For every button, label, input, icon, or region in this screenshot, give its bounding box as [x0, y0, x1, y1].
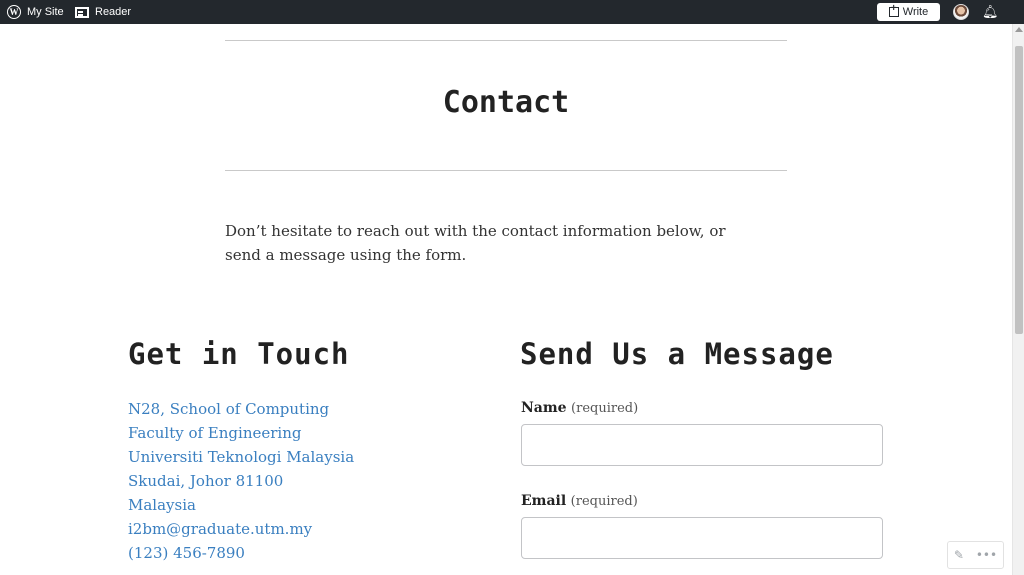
more-icon[interactable]: •••	[976, 548, 997, 562]
title-divider-top	[225, 40, 787, 41]
scrollbar[interactable]	[1012, 24, 1024, 575]
pencil-icon[interactable]: ✎	[954, 548, 964, 562]
my-site-link[interactable]: W My Site	[7, 0, 64, 24]
email-label: Email	[521, 493, 567, 509]
wordpress-logo-icon: W	[7, 5, 21, 19]
email-field[interactable]	[521, 517, 883, 559]
reader-label: Reader	[95, 6, 132, 18]
scroll-up-arrow-icon[interactable]	[1015, 27, 1023, 32]
scroll-thumb[interactable]	[1015, 46, 1023, 334]
name-field[interactable]	[521, 424, 883, 466]
contact-line: N28, School of Computing	[128, 400, 330, 418]
reader-link[interactable]: Reader	[75, 0, 131, 24]
get-in-touch-heading: Get in Touch	[128, 337, 350, 371]
contact-line: Universiti Teknologi Malaysia	[128, 448, 355, 466]
contact-info-list: N28, School of Computing Faculty of Engi…	[128, 397, 354, 565]
name-field-label: Name (required)	[521, 400, 638, 416]
floating-edit-widget: ✎ •••	[947, 541, 1004, 569]
contact-email-link[interactable]: i2bm@graduate.utm.my	[128, 517, 354, 541]
send-message-heading: Send Us a Message	[520, 337, 834, 371]
my-site-label: My Site	[27, 6, 64, 18]
title-divider-bottom	[225, 170, 787, 171]
write-icon	[888, 3, 899, 17]
email-field-label: Email (required)	[521, 493, 638, 509]
contact-line: Skudai, Johor 81100	[128, 472, 284, 490]
write-button[interactable]: Write	[877, 3, 940, 21]
avatar[interactable]	[953, 4, 969, 20]
contact-line: Faculty of Engineering	[128, 424, 302, 442]
notifications-icon[interactable]: 🔔︎	[982, 5, 999, 19]
contact-line: Malaysia	[128, 496, 196, 514]
contact-phone-link[interactable]: (123) 456-7890	[128, 541, 354, 565]
intro-text: Don’t hesitate to reach out with the con…	[225, 222, 726, 264]
reader-icon	[75, 6, 89, 18]
name-required-hint: (required)	[571, 401, 639, 416]
write-label: Write	[902, 6, 929, 18]
email-required-hint: (required)	[570, 494, 638, 509]
page-title: Contact	[442, 85, 570, 120]
name-label: Name	[521, 400, 567, 416]
admin-bar: W My Site Reader Write 🔔︎	[0, 0, 1024, 24]
